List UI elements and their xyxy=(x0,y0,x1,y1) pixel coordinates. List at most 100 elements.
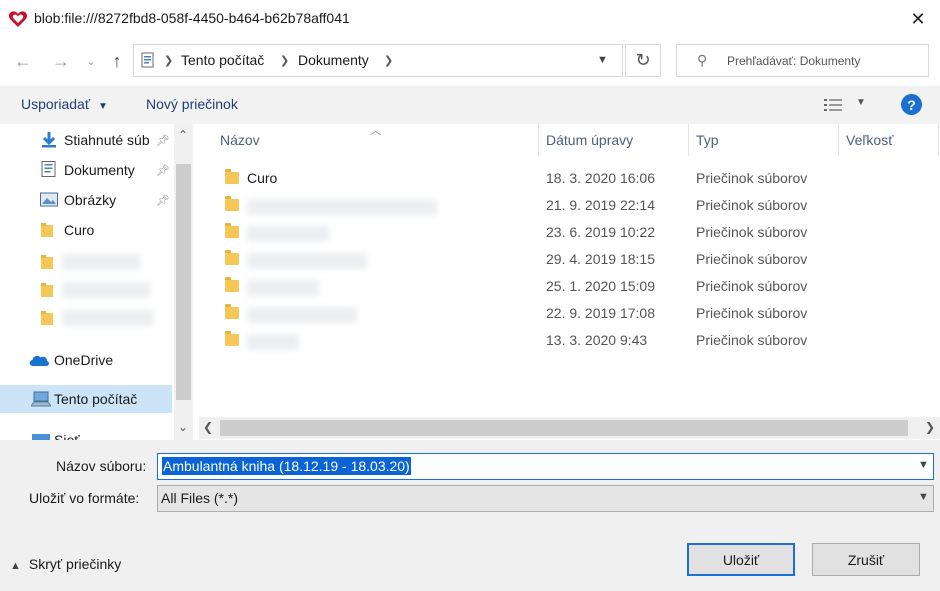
sidebar-item-label: Curo xyxy=(64,222,95,238)
file-type: Priečinok súborov xyxy=(696,251,808,267)
document-icon xyxy=(41,161,56,177)
column-divider[interactable] xyxy=(688,124,689,156)
chevron-right-icon[interactable]: ❯ xyxy=(280,54,289,67)
column-header-date[interactable]: Dátum úpravy xyxy=(546,132,633,148)
filename-input[interactable]: Ambulantná kniha (18.12.19 - 18.03.20) ▼ xyxy=(157,453,934,480)
command-toolbar: Usporiadať ▼ Nový priečinok ▼ xyxy=(0,86,940,124)
file-date: 25. 1. 2020 15:09 xyxy=(546,278,655,294)
help-button[interactable]: ? xyxy=(901,94,922,115)
column-divider[interactable] xyxy=(938,124,939,156)
redacted-file-name xyxy=(247,199,437,215)
breadcrumb-documents[interactable]: Dokumenty xyxy=(298,52,369,68)
filename-value: Ambulantná kniha (18.12.19 - 18.03.20) xyxy=(162,457,411,475)
format-select[interactable]: All Files (*.*) ▼ xyxy=(157,485,934,512)
file-row[interactable]: 13. 3. 2020 9:43 Priečinok súborov xyxy=(221,328,936,355)
back-button[interactable]: ← xyxy=(10,48,36,74)
format-value: All Files (*.*) xyxy=(161,490,239,506)
folder-icon xyxy=(225,196,239,211)
scroll-right-icon[interactable]: ❯ xyxy=(925,420,935,434)
search-input[interactable]: ⚲ Prehľadávať: Dokumenty xyxy=(676,44,929,77)
sidebar-item-label: OneDrive xyxy=(54,352,114,368)
chevron-down-icon[interactable]: ▼ xyxy=(918,459,929,471)
file-type: Priečinok súborov xyxy=(696,332,808,348)
pin-icon[interactable]: 📌︎ xyxy=(156,194,170,207)
horizontal-scrollbar[interactable]: ❮ ❯ xyxy=(199,417,940,439)
file-row[interactable]: Curo 18. 3. 2020 16:06 Priečinok súborov xyxy=(221,166,936,193)
forward-button[interactable]: → xyxy=(48,48,74,74)
file-date: 22. 9. 2019 17:08 xyxy=(546,305,655,321)
scroll-up-icon[interactable]: ⌃ xyxy=(178,128,188,142)
pin-icon[interactable]: 📌︎ xyxy=(156,134,170,147)
view-options-button[interactable]: ▼ xyxy=(824,96,868,114)
file-type: Priečinok súborov xyxy=(696,305,808,321)
sidebar-item-hidden[interactable] xyxy=(0,248,172,276)
sidebar-item-network[interactable]: Sieť xyxy=(0,426,172,440)
file-type: Priečinok súborov xyxy=(696,170,808,186)
up-button[interactable]: ↑ xyxy=(104,48,130,74)
column-header-name[interactable]: Názov xyxy=(220,132,260,148)
computer-icon xyxy=(31,391,51,407)
sidebar-item-documents[interactable]: Dokumenty 📌︎ xyxy=(0,156,172,184)
file-row[interactable]: 29. 4. 2019 18:15 Priečinok súborov xyxy=(221,247,936,274)
column-header-type[interactable]: Typ xyxy=(696,132,719,148)
folder-icon xyxy=(225,223,239,238)
scrollbar-thumb[interactable] xyxy=(220,420,908,436)
download-arrow-icon xyxy=(42,132,56,148)
hide-folders-label: Skryť priečinky xyxy=(28,556,122,572)
scroll-left-icon[interactable]: ❮ xyxy=(203,420,213,434)
breadcrumb-this-pc[interactable]: Tento počítač xyxy=(181,52,264,68)
redacted-label xyxy=(62,282,150,298)
column-divider[interactable] xyxy=(838,124,839,156)
file-row[interactable]: 23. 6. 2019 10:22 Priečinok súborov xyxy=(221,220,936,247)
file-row[interactable]: 22. 9. 2019 17:08 Priečinok súborov xyxy=(221,301,936,328)
chevron-right-icon[interactable]: ❯ xyxy=(384,54,393,67)
sort-ascending-icon: ︿ xyxy=(370,125,381,137)
close-button[interactable]: ✕ xyxy=(896,0,940,38)
scroll-down-icon[interactable]: ⌄ xyxy=(178,420,188,434)
sidebar-item-hidden[interactable] xyxy=(0,304,172,332)
sidebar-item-label: Tento počítač xyxy=(54,391,138,407)
sidebar-item-downloads[interactable]: Stiahnuté súb 📌︎ xyxy=(0,126,172,154)
pin-icon[interactable]: 📌︎ xyxy=(156,164,170,177)
arrow-up-icon: ↑ xyxy=(112,50,122,71)
scrollbar-thumb[interactable] xyxy=(176,164,191,400)
recent-locations-button[interactable]: ⌄ xyxy=(84,50,98,72)
refresh-button[interactable]: ↻ xyxy=(625,44,661,77)
caret-down-icon: ▼ xyxy=(97,101,108,112)
sidebar-item-label: Stiahnuté súb xyxy=(64,132,150,148)
file-date: 29. 4. 2019 18:15 xyxy=(546,251,655,267)
navigation-scrollbar[interactable]: ⌃ ⌄ xyxy=(174,124,193,440)
window-title: blob:file:///8272fbd8-058f-4450-b464-b62… xyxy=(34,10,350,26)
folder-icon xyxy=(225,169,239,184)
file-date: 13. 3. 2020 9:43 xyxy=(546,332,648,348)
file-row[interactable]: 25. 1. 2020 15:09 Priečinok súborov xyxy=(221,274,936,301)
sidebar-item-pictures[interactable]: Obrázky 📌︎ xyxy=(0,186,172,214)
sidebar-item-curo[interactable]: Curo xyxy=(0,216,172,244)
file-date: 23. 6. 2019 10:22 xyxy=(546,224,655,240)
chevron-down-icon[interactable]: ▼ xyxy=(597,54,608,66)
file-list: ︿ Názov Dátum úpravy Typ Veľkosť Curo 18… xyxy=(199,124,940,416)
save-button[interactable]: Uložiť xyxy=(687,543,795,576)
new-folder-button[interactable]: Nový priečinok xyxy=(146,96,238,112)
organize-button[interactable]: Usporiadať ▼ xyxy=(21,96,108,112)
folder-icon xyxy=(41,255,53,269)
column-header-size[interactable]: Veľkosť xyxy=(846,132,893,148)
hide-folders-button[interactable]: ▲ Skryť priečinky xyxy=(10,556,121,572)
file-row[interactable]: 21. 9. 2019 22:14 Priečinok súborov xyxy=(221,193,936,220)
refresh-icon: ↻ xyxy=(635,50,651,70)
title-bar: blob:file:///8272fbd8-058f-4450-b464-b62… xyxy=(0,0,940,38)
cancel-button[interactable]: Zrušiť xyxy=(812,543,920,576)
redacted-label xyxy=(62,310,154,326)
chevron-up-icon: ▲ xyxy=(10,560,21,572)
sidebar-item-this-pc[interactable]: Tento počítač xyxy=(0,385,172,413)
folder-icon xyxy=(225,304,239,319)
sidebar-item-onedrive[interactable]: OneDrive xyxy=(0,346,172,374)
details-view-icon xyxy=(824,99,842,111)
redacted-file-name xyxy=(247,307,357,323)
column-divider[interactable] xyxy=(538,124,539,156)
address-bar[interactable]: ❯ Tento počítač ❯ Dokumenty ❯ ▼ xyxy=(133,44,623,77)
heart-icon xyxy=(8,11,28,27)
sidebar-item-hidden[interactable] xyxy=(0,276,172,304)
redacted-file-name xyxy=(247,253,367,269)
network-icon xyxy=(32,434,50,440)
